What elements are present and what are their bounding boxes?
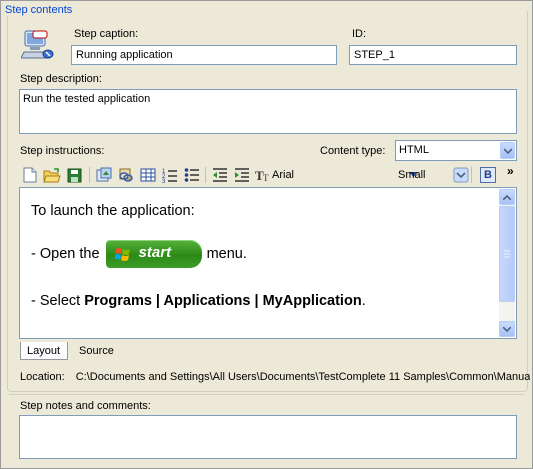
step-description-textarea[interactable]: Run the tested application [19, 89, 517, 134]
numbered-list-icon[interactable]: 123 [161, 166, 179, 184]
step-notes-label: Step notes and comments: [20, 400, 151, 412]
font-size-label[interactable]: Small [398, 169, 426, 181]
content-type-value: HTML [399, 144, 429, 156]
editor-toolbar: 123 TT Arial Small B » [19, 164, 519, 186]
windows-logo-icon [113, 247, 131, 265]
editor-open-text: - Open the [31, 245, 100, 262]
svg-text:T: T [263, 173, 269, 183]
location-label: Location: [20, 371, 65, 383]
group-title: Step contents [5, 4, 76, 16]
new-document-icon[interactable] [21, 166, 39, 184]
insert-link-icon[interactable] [117, 166, 135, 184]
scroll-up-icon[interactable] [499, 189, 515, 205]
insert-image-icon[interactable] [95, 166, 113, 184]
save-icon[interactable] [65, 166, 83, 184]
font-size-dropdown-icon[interactable] [452, 166, 470, 184]
instructions-editor[interactable]: To launch the application: - Open the st… [19, 187, 517, 339]
decrease-indent-icon[interactable] [211, 166, 229, 184]
editor-vertical-scrollbar[interactable] [499, 189, 515, 337]
step-caption-input[interactable]: Running application [71, 45, 337, 65]
svg-text:3: 3 [162, 179, 166, 183]
chevron-down-icon[interactable] [500, 142, 515, 159]
content-type-select[interactable]: HTML [395, 140, 517, 161]
bullet-list-icon[interactable] [183, 166, 201, 184]
editor-menu-text: menu. [206, 245, 247, 262]
font-icon[interactable]: TT [255, 166, 271, 184]
scroll-down-icon[interactable] [499, 321, 515, 337]
editor-line-3: - Select Programs | Applications | MyApp… [31, 294, 366, 309]
step-notes-textarea[interactable] [19, 415, 517, 459]
step-caption-label: Step caption: [74, 28, 139, 40]
location-path: C:\Documents and Settings\All Users\Docu… [75, 371, 530, 383]
id-input[interactable]: STEP_1 [349, 45, 517, 65]
notes-divider [9, 394, 524, 395]
start-button-label: start [138, 244, 172, 261]
editor-select-text: - Select [31, 293, 81, 309]
step-contents-panel: Step contents Step caption: Running appl… [0, 0, 533, 469]
bold-button[interactable]: B [479, 166, 497, 184]
tab-source[interactable]: Source [73, 342, 120, 360]
font-name-label[interactable]: Arial [272, 169, 294, 181]
editor-line-2: - Open the start menu. [31, 240, 247, 268]
windows-start-button-image: start [105, 240, 202, 268]
tab-layout[interactable]: Layout [20, 342, 68, 360]
toolbar-overflow-icon[interactable]: » [507, 164, 514, 178]
editor-period: . [361, 293, 366, 309]
insert-table-icon[interactable] [139, 166, 157, 184]
scroll-thumb[interactable] [499, 206, 515, 302]
content-type-label: Content type: [320, 145, 386, 157]
bold-glyph: B [480, 167, 496, 183]
step-computer-icon [20, 27, 57, 63]
editor-line-1: To launch the application: [31, 203, 195, 219]
step-instructions-label: Step instructions: [20, 145, 105, 157]
id-label: ID: [352, 28, 367, 40]
step-description-label: Step description: [20, 73, 102, 85]
open-folder-icon[interactable] [43, 166, 61, 184]
increase-indent-icon[interactable] [233, 166, 251, 184]
location-row: Location: C:\Documents and Settings\All … [20, 371, 530, 383]
editor-menu-path: Programs | Applications | MyApplication [84, 293, 362, 309]
